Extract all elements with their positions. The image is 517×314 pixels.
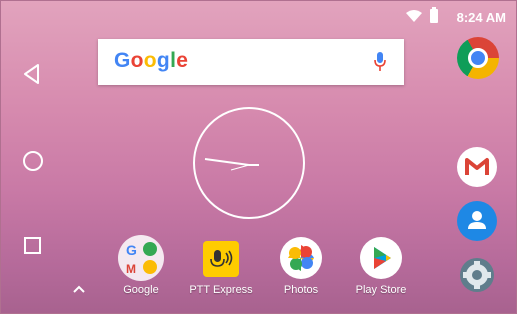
status-time: 8:24 AM — [456, 10, 506, 25]
dock-app-photos[interactable]: Photos — [261, 233, 341, 303]
dock-app-label: Google — [123, 284, 159, 296]
clock-hands — [204, 158, 259, 171]
analog-clock[interactable] — [193, 107, 305, 219]
dock-app-label: PTT Express — [189, 284, 253, 296]
dock-app-google[interactable]: G M Google — [101, 233, 181, 303]
dock-app-play-store[interactable]: Play Store — [341, 233, 421, 303]
play-store-icon — [360, 237, 402, 279]
dock-app-ptt-express[interactable]: PTT Express — [181, 233, 261, 303]
back-icon[interactable] — [22, 63, 42, 85]
wifi-icon — [406, 10, 422, 22]
svg-text:G: G — [126, 242, 137, 258]
contacts-icon[interactable] — [457, 201, 497, 241]
app-drawer-arrow-icon[interactable] — [73, 285, 85, 293]
gmail-icon[interactable] — [457, 147, 497, 187]
google-folder-icon: G M — [118, 235, 164, 281]
app-dock: G M Google PTT Express Photos Play Store — [101, 233, 421, 303]
dock-app-label: Photos — [283, 284, 319, 296]
svg-text:M: M — [126, 262, 136, 276]
photos-icon — [280, 237, 322, 279]
dock-app-label: Play Store — [355, 284, 407, 296]
recents-icon[interactable] — [24, 237, 41, 254]
google-logo: Google — [114, 49, 189, 72]
settings-icon[interactable] — [457, 255, 497, 295]
home-icon[interactable] — [23, 151, 43, 171]
google-search-bar[interactable]: Google — [98, 39, 404, 85]
status-bar: 8:24 AM — [1, 1, 516, 33]
battery-icon — [430, 7, 438, 23]
mic-icon[interactable] — [374, 51, 386, 73]
chrome-icon[interactable] — [457, 37, 499, 79]
home-screen: 8:24 AM Google G M Google PTT Express Ph… — [0, 0, 517, 314]
ptt-express-icon — [203, 241, 239, 277]
